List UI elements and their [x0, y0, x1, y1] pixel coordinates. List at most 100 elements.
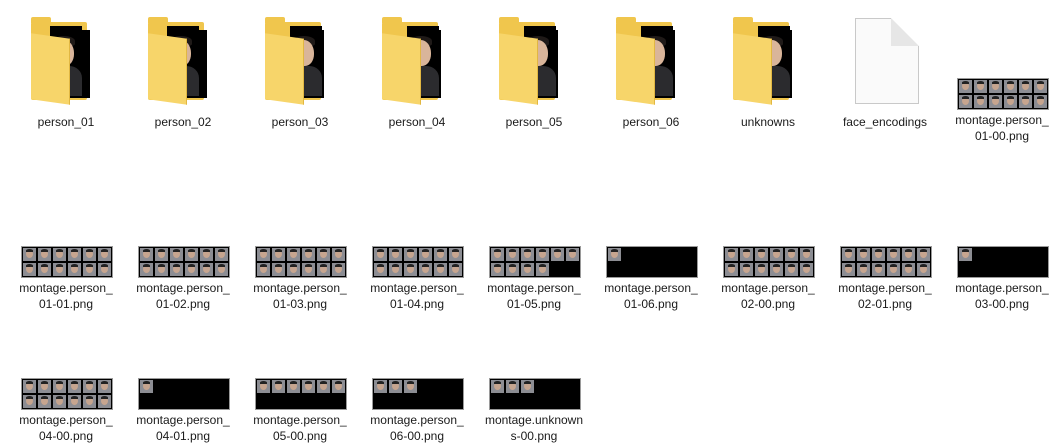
montage-face-tile: [506, 248, 519, 261]
image-file-item[interactable]: montage.person_01-05.png: [484, 182, 584, 312]
montage-face-tile: [185, 263, 198, 276]
montage-image: [840, 246, 932, 278]
montage-face-tile: [608, 248, 621, 261]
folder-item[interactable]: person_01: [16, 14, 116, 130]
image-file-item[interactable]: montage.person_01-03.png: [250, 182, 350, 312]
montage-face-tile: [434, 263, 447, 276]
montage-face-tile: [140, 248, 153, 261]
montage-face-tile: [23, 248, 36, 261]
montage-face-tile: [959, 95, 972, 108]
montage-face-tile: [257, 248, 270, 261]
montage-face-tile: [872, 263, 885, 276]
montage-face-tile: [38, 380, 51, 393]
folder-item[interactable]: person_03: [250, 14, 350, 130]
montage-face-tile: [170, 263, 183, 276]
montage-face-tile: [215, 263, 228, 276]
item-label: montage.person_01-06.png: [604, 281, 698, 311]
montage-face-tile: [1004, 80, 1017, 93]
folder-item[interactable]: person_06: [601, 14, 701, 130]
montage-face-tile: [887, 248, 900, 261]
montage-face-tile: [404, 248, 417, 261]
montage-face-tile: [800, 263, 813, 276]
image-file-item[interactable]: montage.person_02-01.png: [835, 182, 935, 312]
montage-face-tile: [317, 380, 330, 393]
montage-face-tile: [449, 263, 462, 276]
montage-face-tile: [536, 248, 549, 261]
image-file-item[interactable]: montage.person_02-00.png: [718, 182, 818, 312]
image-file-item[interactable]: montage.person_01-01.png: [16, 182, 116, 312]
montage-image: [138, 378, 230, 410]
image-file-item[interactable]: montage.person_04-01.png: [133, 314, 233, 444]
item-label: person_02: [154, 115, 212, 129]
montage-face-tile: [389, 248, 402, 261]
montage-face-tile: [23, 380, 36, 393]
folder-item[interactable]: person_02: [133, 14, 233, 130]
item-label: unknowns: [740, 115, 796, 129]
montage-face-tile: [185, 248, 198, 261]
file-item[interactable]: face_encodings: [835, 14, 935, 130]
montage-face-tile: [302, 380, 315, 393]
image-file-item[interactable]: montage.person_03-00.png: [952, 182, 1052, 312]
image-file-item[interactable]: montage.person_01-04.png: [367, 182, 467, 312]
montage-face-tile: [389, 263, 402, 276]
item-label: montage.person_05-00.png: [253, 413, 347, 443]
montage-face-tile: [521, 248, 534, 261]
montage-face-tile: [857, 263, 870, 276]
montage-face-tile: [38, 395, 51, 408]
image-file-item[interactable]: montage.person_06-00.png: [367, 314, 467, 444]
montage-face-tile: [740, 263, 753, 276]
montage-face-tile: [842, 248, 855, 261]
image-file-item[interactable]: montage.unknowns-00.png: [484, 314, 584, 444]
image-thumbnail: [484, 182, 584, 280]
montage-face-tile: [38, 248, 51, 261]
image-file-item[interactable]: montage.person_01-02.png: [133, 182, 233, 312]
montage-image: [489, 246, 581, 278]
montage-face-tile: [1034, 80, 1047, 93]
montage-face-tile: [272, 263, 285, 276]
folder-item[interactable]: unknowns: [718, 14, 818, 130]
montage-face-tile: [725, 263, 738, 276]
image-file-item[interactable]: montage.person_04-00.png: [16, 314, 116, 444]
folder-item[interactable]: person_04: [367, 14, 467, 130]
montage-face-tile: [302, 263, 315, 276]
montage-face-tile: [974, 80, 987, 93]
image-file-item[interactable]: montage.person_01-00.png: [952, 14, 1052, 144]
item-label: montage.person_03-00.png: [955, 281, 1049, 311]
montage-face-tile: [857, 248, 870, 261]
montage-face-tile: [23, 395, 36, 408]
montage-face-tile: [68, 380, 81, 393]
folder-icon: [133, 14, 233, 112]
montage-face-tile: [419, 248, 432, 261]
montage-face-tile: [785, 263, 798, 276]
item-label: face_encodings: [842, 115, 928, 129]
montage-face-tile: [287, 263, 300, 276]
montage-face-tile: [170, 248, 183, 261]
montage-face-tile: [917, 248, 930, 261]
montage-face-tile: [1019, 95, 1032, 108]
image-thumbnail: [952, 14, 1052, 112]
folder-icon: [484, 14, 584, 112]
item-label: montage.person_01-01.png: [19, 281, 113, 311]
item-label: person_01: [37, 115, 95, 129]
folder-item[interactable]: person_05: [484, 14, 584, 130]
image-thumbnail: [952, 182, 1052, 280]
item-label: montage.person_02-00.png: [721, 281, 815, 311]
folder-icon: [16, 14, 116, 112]
montage-face-tile: [419, 263, 432, 276]
montage-face-tile: [959, 80, 972, 93]
montage-face-tile: [404, 263, 417, 276]
image-file-item[interactable]: montage.person_05-00.png: [250, 314, 350, 444]
folder-front-icon: [382, 33, 421, 105]
item-label: montage.person_01-05.png: [487, 281, 581, 311]
montage-face-tile: [317, 248, 330, 261]
montage-image: [606, 246, 698, 278]
montage-face-tile: [98, 380, 111, 393]
folder-icon: [601, 14, 701, 112]
image-file-item[interactable]: montage.person_01-06.png: [601, 182, 701, 312]
montage-face-tile: [155, 248, 168, 261]
folder-icon: [718, 14, 818, 112]
montage-face-tile: [404, 380, 417, 393]
montage-face-tile: [302, 248, 315, 261]
montage-face-tile: [68, 248, 81, 261]
image-thumbnail: [250, 182, 350, 280]
